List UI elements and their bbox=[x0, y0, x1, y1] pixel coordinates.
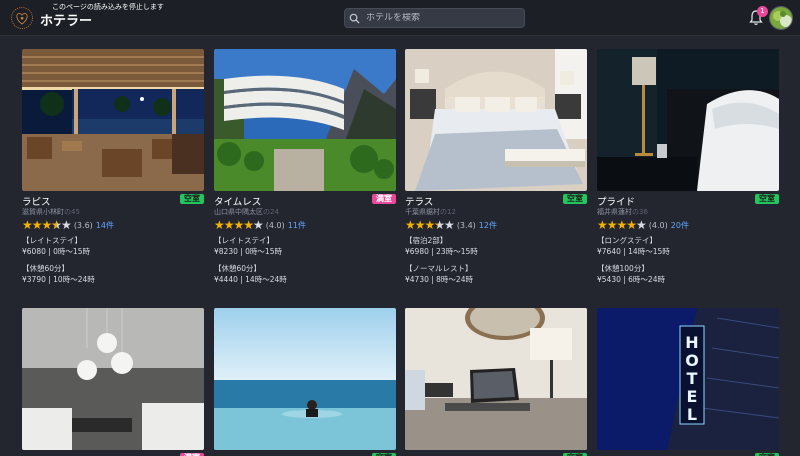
hotel-photo[interactable] bbox=[405, 308, 587, 450]
star-rating-icon: ★★★★★★ bbox=[22, 218, 72, 232]
status-badge: 満室 bbox=[372, 194, 396, 204]
rating-value: (3.4) bbox=[456, 220, 476, 230]
hotel-photo[interactable] bbox=[597, 49, 779, 191]
svg-text:♥: ♥ bbox=[20, 16, 24, 21]
hotel-location: 滋賀県小林町の45 bbox=[22, 208, 80, 216]
hotel-photo[interactable] bbox=[214, 49, 396, 191]
plan-label: 【レイトステイ】 bbox=[22, 236, 82, 245]
user-avatar[interactable] bbox=[769, 6, 793, 30]
hotel-photo[interactable] bbox=[405, 49, 587, 191]
hotel-location: 山口県中隅太区の24 bbox=[214, 208, 279, 216]
hotel-name[interactable]: タイムレス bbox=[214, 194, 396, 208]
app-header: ♥ このページの読み込みを停止します ホテラー 1 bbox=[0, 0, 800, 36]
plan-detail: ¥6080 | 0時〜15時 bbox=[22, 247, 90, 256]
hotel-sign-letter: E bbox=[687, 387, 698, 406]
review-count-link[interactable]: 14件 bbox=[96, 220, 114, 231]
hotel-name[interactable]: プライド bbox=[597, 194, 779, 208]
rating-value: (3.6) bbox=[73, 220, 93, 230]
plan-detail: ¥5430 | 6時〜24時 bbox=[597, 275, 665, 284]
plan-detail: ¥4730 | 8時〜24時 bbox=[405, 275, 473, 284]
search-input[interactable] bbox=[366, 13, 516, 23]
app-title[interactable]: ホテラー bbox=[40, 10, 92, 29]
review-count-link[interactable]: 11件 bbox=[288, 220, 306, 231]
hotel-card[interactable]: 満室 bbox=[22, 308, 204, 456]
plan-detail: ¥4440 | 14時〜24時 bbox=[214, 275, 287, 284]
plan-detail: ¥8230 | 0時〜15時 bbox=[214, 247, 282, 256]
hotel-sign-letter: O bbox=[685, 351, 699, 370]
hotel-location: 福井県蓮村の36 bbox=[597, 208, 648, 216]
hotel-card[interactable]: タイムレス 満室 山口県中隅太区の24 ★★★★★ (4.0) 11件 【レイト… bbox=[214, 49, 396, 284]
hotel-photo[interactable] bbox=[22, 308, 204, 450]
rating-row: ★★★★★ (4.0) 20件 bbox=[597, 218, 779, 232]
hotel-card[interactable]: テラス 空室 千葉県鋸村の12 ★★★★★★ (3.4) 12件 【宿泊2部】 … bbox=[405, 49, 587, 284]
hotel-sign-letter: L bbox=[687, 405, 697, 424]
star-rating-icon: ★★★★★ bbox=[597, 218, 647, 232]
hotel-location: 千葉県鋸村の12 bbox=[405, 208, 456, 216]
plan-label: 【レイトステイ】 bbox=[214, 236, 274, 245]
review-count-link[interactable]: 12件 bbox=[479, 220, 497, 231]
hotel-sign-letter: T bbox=[687, 369, 698, 388]
rating-value: (4.0) bbox=[265, 220, 285, 230]
rating-row: ★★★★ ★ ★ (3.6) 14件 bbox=[22, 218, 204, 232]
hotel-card[interactable]: ラピス 空室 滋賀県小林町の45 ★★★★ ★ ★ (3.6) 14件 【レイトステ… bbox=[22, 49, 204, 284]
search-icon bbox=[349, 13, 360, 24]
rating-value: (4.0) bbox=[648, 220, 668, 230]
plan-label: 【休憩100分】 bbox=[597, 264, 649, 273]
heart-logo-icon[interactable]: ♥ bbox=[10, 6, 34, 30]
hotel-card[interactable]: 空室 bbox=[214, 308, 396, 456]
rating-row: ★★★★★★ (3.4) 12件 bbox=[405, 218, 587, 232]
plan-label: 【ノーマルレスト】 bbox=[405, 264, 473, 273]
search-box[interactable] bbox=[344, 8, 525, 28]
status-badge: 空室 bbox=[563, 194, 587, 204]
star-rating-icon: ★★★★★ bbox=[214, 218, 264, 232]
plan-label: 【休憩60分】 bbox=[214, 264, 262, 273]
plan-label: 【ロングステイ】 bbox=[597, 236, 657, 245]
hotel-photo[interactable]: H O T E L bbox=[597, 308, 779, 450]
plan-detail: ¥6980 | 23時〜15時 bbox=[405, 247, 478, 256]
notification-badge: 1 bbox=[757, 6, 768, 17]
hotel-photo[interactable] bbox=[214, 308, 396, 450]
plan-label: 【休憩60分】 bbox=[22, 264, 70, 273]
hotel-name[interactable]: テラス bbox=[405, 194, 587, 208]
plan-label: 【宿泊2部】 bbox=[405, 236, 448, 245]
hotel-sign-letter: H bbox=[685, 333, 698, 352]
hotel-photo[interactable] bbox=[22, 49, 204, 191]
hotel-card[interactable]: 空室 bbox=[405, 308, 587, 456]
hotel-card[interactable]: プライド 空室 福井県蓮村の36 ★★★★★ (4.0) 20件 【ロングステイ… bbox=[597, 49, 779, 284]
star-rating-icon: ★★★★★★ bbox=[405, 218, 455, 232]
plan-detail: ¥7640 | 14時〜15時 bbox=[597, 247, 670, 256]
plan-detail: ¥3790 | 10時〜24時 bbox=[22, 275, 95, 284]
hotel-card[interactable]: H O T E L 空室 bbox=[597, 308, 779, 456]
rating-row: ★★★★★ (4.0) 11件 bbox=[214, 218, 396, 232]
review-count-link[interactable]: 20件 bbox=[671, 220, 689, 231]
status-badge: 空室 bbox=[755, 194, 779, 204]
hotel-name[interactable]: ラピス bbox=[22, 194, 204, 208]
status-badge: 空室 bbox=[180, 194, 204, 204]
